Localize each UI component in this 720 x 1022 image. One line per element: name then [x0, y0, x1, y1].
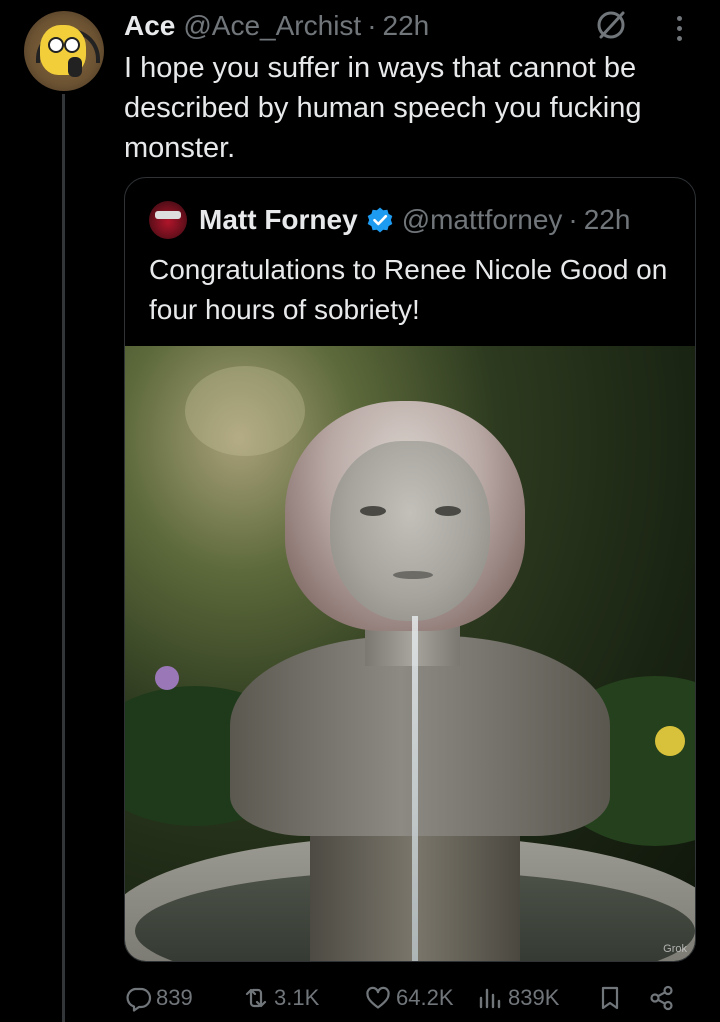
- avatar[interactable]: [24, 11, 104, 91]
- post-text: I hope you suffer in ways that cannot be…: [124, 52, 642, 164]
- share-button[interactable]: [648, 980, 676, 1016]
- like-count: 64.2K: [396, 985, 454, 1010]
- timestamp[interactable]: 22h: [383, 10, 430, 42]
- thread-line: [62, 94, 65, 1022]
- quote-timestamp[interactable]: 22h: [584, 204, 631, 236]
- reply-icon: [126, 987, 152, 1012]
- quote-image[interactable]: Grok: [125, 346, 695, 961]
- reply-count: 839: [156, 985, 193, 1010]
- quote-avatar[interactable]: [149, 201, 187, 239]
- grok-icon[interactable]: [593, 7, 629, 43]
- action-bar: 839 3.1K 64.2K 839K: [124, 980, 694, 1016]
- like-icon: [366, 986, 390, 1009]
- more-icon[interactable]: [664, 10, 694, 46]
- reply-button[interactable]: 839: [124, 980, 193, 1016]
- quote-display-name[interactable]: Matt Forney: [199, 204, 358, 236]
- quote-separator-dot: ·: [568, 204, 578, 235]
- views-button[interactable]: 839K: [476, 980, 559, 1016]
- repost-count: 3.1K: [274, 985, 320, 1010]
- views-icon: [479, 988, 501, 1009]
- repost-icon: [245, 988, 267, 1008]
- repost-button[interactable]: 3.1K: [242, 980, 319, 1016]
- share-icon: [650, 985, 673, 1011]
- bookmark-button[interactable]: [596, 980, 624, 1016]
- quote-handle[interactable]: @mattforney: [402, 204, 563, 236]
- quote-header: Matt Forney @mattforney · 22h: [149, 200, 630, 240]
- grok-watermark: Grok: [663, 943, 687, 955]
- display-name[interactable]: Ace: [124, 10, 175, 42]
- quote-text: Congratulations to Renee Nicole Good on …: [149, 254, 668, 325]
- like-button[interactable]: 64.2K: [364, 980, 454, 1016]
- bookmark-icon: [601, 986, 619, 1010]
- quoted-post[interactable]: Matt Forney @mattforney · 22h Congratula…: [124, 177, 696, 962]
- views-count: 839K: [508, 985, 560, 1010]
- separator-dot: ·: [367, 10, 377, 41]
- verified-icon: [367, 207, 392, 233]
- handle[interactable]: @Ace_Archist: [183, 10, 361, 42]
- post-header: Ace @Ace_Archist · 22h: [124, 8, 429, 44]
